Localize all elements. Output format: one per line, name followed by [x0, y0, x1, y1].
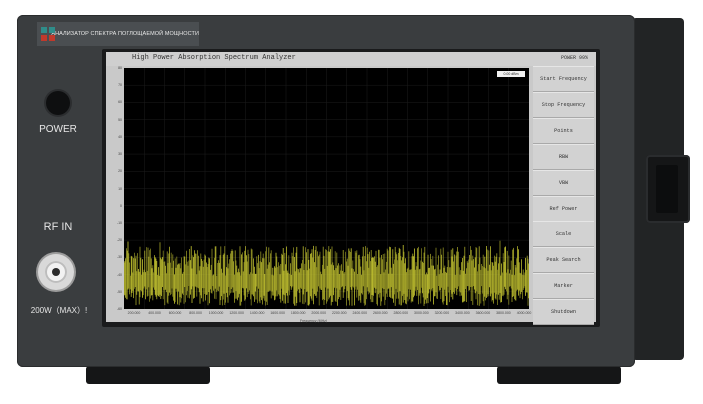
y-tick-label: -40	[116, 272, 122, 277]
softkey-peak-search[interactable]: Peak Search	[533, 247, 594, 274]
softkey-shutdown[interactable]: Shutdown	[533, 299, 594, 326]
softkey-rbw[interactable]: RBW	[533, 143, 594, 170]
x-tick-label: 3000.000	[414, 311, 429, 315]
y-tick-label: 0	[120, 203, 122, 208]
carry-handle-slot	[656, 165, 678, 213]
y-tick-label: 40	[118, 134, 122, 139]
left-foot	[86, 366, 210, 384]
x-tick-label: 2000.000	[311, 311, 327, 315]
y-tick-label: -60	[116, 307, 122, 311]
x-tick-label: 3800.000	[496, 311, 511, 315]
x-tick-label: 2200.000	[331, 311, 347, 315]
x-tick-label: 1800.000	[290, 311, 306, 315]
softkey-points[interactable]: Points	[533, 117, 594, 144]
power-status: POWER 99%	[561, 55, 589, 61]
brand-logo-icon	[41, 27, 55, 41]
brand-text: АНАЛИЗАТОР СПЕКТРА ПОГЛОЩАЕМОЙ МОЩНОСТИ	[51, 31, 199, 37]
y-tick-label: -20	[116, 238, 122, 243]
x-tick-label: 1000.000	[208, 311, 224, 315]
brand-plate: АНАЛИЗАТОР СПЕКТРА ПОГЛОЩАЕМОЙ МОЩНОСТИ	[37, 22, 199, 46]
x-tick-label: 800.000	[189, 311, 202, 315]
marker-legend: 0.00 dBm	[497, 71, 525, 77]
power-button[interactable]	[46, 91, 70, 115]
x-tick-label: 3400.000	[455, 311, 470, 315]
app-title: High Power Absorption Spectrum Analyzer	[132, 54, 296, 62]
softkey-ref-power[interactable]: Ref Power	[533, 195, 594, 222]
x-tick-label: 1600.000	[270, 311, 285, 315]
x-tick-label: 1400.000	[249, 311, 265, 315]
y-tick-label: 60	[118, 100, 122, 105]
rf-in-connector-pin	[52, 268, 60, 276]
x-tick-label: 200.000	[127, 311, 141, 315]
rf-in-label: RF IN	[43, 221, 73, 233]
y-tick-label: -50	[116, 289, 122, 294]
spectrum-trace-canvas	[123, 68, 530, 309]
y-tick-label: 10	[118, 186, 122, 191]
y-tick-label: 50	[118, 117, 122, 122]
x-tick-label: 400.000	[148, 311, 161, 315]
x-axis-label: Frequency (MHz)	[300, 319, 328, 323]
y-tick-label: -10	[116, 220, 122, 225]
y-tick-label: 30	[118, 152, 122, 157]
x-tick-label: 4000.000	[516, 311, 532, 315]
x-tick-label: 2400.000	[352, 311, 368, 315]
y-tick-label: 70	[118, 83, 122, 88]
x-tick-label: 2800.000	[393, 311, 409, 315]
x-tick-label: 600.000	[168, 311, 182, 315]
x-tick-label: 2600.000	[373, 311, 388, 315]
softkey-scale[interactable]: Scale	[533, 221, 594, 248]
power-label: POWER	[39, 124, 77, 135]
softkey-stop-frequency[interactable]: Stop Frequency	[533, 91, 594, 118]
softkey-vbw[interactable]: VBW	[533, 169, 594, 196]
softkey-marker[interactable]: Marker	[533, 273, 594, 300]
x-tick-label: 3200.000	[434, 311, 450, 315]
y-tick-label: 20	[118, 169, 122, 174]
x-tick-label: 1200.000	[229, 311, 244, 315]
y-tick-label: -30	[116, 255, 122, 260]
softkey-start-frequency[interactable]: Start Frequency	[533, 66, 594, 92]
spectrum-plot[interactable]	[123, 68, 530, 309]
x-tick-label: 3600.000	[475, 311, 491, 315]
y-tick-label: 80	[118, 66, 122, 70]
max-power-label: 200W（MAX）!	[30, 306, 88, 315]
right-foot	[497, 366, 621, 384]
